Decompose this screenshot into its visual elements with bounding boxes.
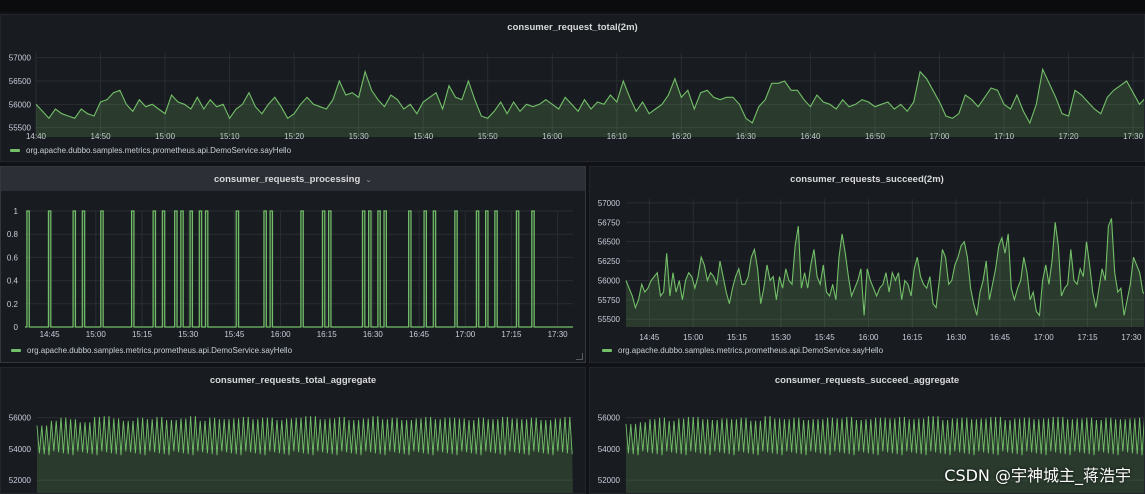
legend-label: org.apache.dubbo.samples.metrics.prometh… <box>26 146 292 155</box>
x-tick-label: 17:30 <box>1121 333 1142 342</box>
x-tick-label: 16:00 <box>271 330 292 339</box>
x-tick-label: 14:45 <box>40 330 61 339</box>
series-area-fill <box>25 211 573 327</box>
series-line <box>25 210 573 328</box>
x-tick-label: 16:30 <box>946 333 967 342</box>
y-tick-label: 54000 <box>598 445 621 454</box>
y-tick-label: 52000 <box>9 476 32 485</box>
y-tick-label: 56500 <box>598 238 621 247</box>
y-tick-label: 56250 <box>598 257 621 266</box>
watermark-text: CSDN @宇神城主_蒋浩宇 <box>944 466 1131 485</box>
x-tick-label: 15:15 <box>132 330 153 339</box>
y-tick-label: 1 <box>14 207 19 216</box>
x-tick-label: 17:00 <box>1034 333 1055 342</box>
x-tick-label: 15:30 <box>178 330 199 339</box>
legend-item[interactable]: org.apache.dubbo.samples.metrics.prometh… <box>10 146 291 155</box>
series-area-fill <box>36 69 1144 137</box>
panel-consumer-requests-processing[interactable]: consumer_requests_processing ⌄ 0 0.2 0.4 0.… <box>0 166 586 363</box>
panel-consumer-request-total[interactable]: consumer_request_total(2m) 55500 56000 565… <box>0 14 1145 162</box>
dashboard-top-bar <box>0 0 1145 12</box>
y-tick-label: 54000 <box>9 445 32 454</box>
y-tick-label: 0.2 <box>7 300 19 309</box>
y-tick-label: 56750 <box>598 218 621 227</box>
legend-item[interactable]: org.apache.dubbo.samples.metrics.prometh… <box>11 346 292 355</box>
x-tick-label: 16:00 <box>858 333 879 342</box>
x-tick-label: 15:45 <box>224 330 245 339</box>
panel-consumer-requests-succeed[interactable]: consumer_requests_succeed(2m) 55500 55750… <box>589 166 1145 363</box>
x-tick-label: 16:45 <box>990 333 1011 342</box>
x-tick-label: 17:15 <box>501 330 522 339</box>
x-tick-label: 16:15 <box>902 333 923 342</box>
x-tick-label: 15:30 <box>771 333 792 342</box>
y-tick-label: 0 <box>14 323 19 332</box>
chart-consumer-requests-succeed: 55500 55750 56000 56250 56500 56750 57000 14:45… <box>598 199 1144 342</box>
panel-consumer-requests-total-aggregate[interactable]: consumer_requests_total_aggregate 52000 5… <box>0 367 586 494</box>
x-tick-label: 16:15 <box>317 330 338 339</box>
y-tick-label: 0.4 <box>7 277 19 286</box>
y-tick-label: 56000 <box>598 276 621 285</box>
legend-item[interactable]: org.apache.dubbo.samples.metrics.prometh… <box>602 346 883 355</box>
y-tick-label: 56000 <box>9 414 32 423</box>
x-tick-label: 16:45 <box>409 330 430 339</box>
y-tick-label: 57000 <box>9 54 32 63</box>
chart-consumer-request-total: 5550056000565005700014:4014:5015:0015:10… <box>9 53 1144 141</box>
x-tick-label: 15:45 <box>815 333 836 342</box>
x-tick-label: 15:00 <box>86 330 107 339</box>
y-tick-label: 55750 <box>598 296 621 305</box>
x-tick-label: 17:30 <box>548 330 569 339</box>
legend-label: org.apache.dubbo.samples.metrics.prometh… <box>27 346 293 355</box>
x-tick-label: 15:15 <box>727 333 748 342</box>
y-tick-label: 57000 <box>598 199 621 208</box>
x-tick-label: 17:15 <box>1078 333 1099 342</box>
legend-swatch <box>10 149 20 152</box>
x-tick-label: 16:30 <box>363 330 384 339</box>
x-tick-label: 17:00 <box>455 330 476 339</box>
y-tick-label: 52000 <box>598 476 621 485</box>
y-tick-label: 55500 <box>598 315 621 324</box>
y-tick-label: 0.6 <box>7 253 19 262</box>
chart-consumer-requests-total-aggregate: 52000 54000 56000 <box>9 414 573 493</box>
y-tick-label: 56000 <box>9 100 32 109</box>
legend-swatch <box>11 349 21 352</box>
y-tick-label: 56000 <box>598 414 621 423</box>
legend-label: org.apache.dubbo.samples.metrics.prometh… <box>618 346 884 355</box>
x-tick-label: 14:45 <box>639 333 660 342</box>
panel-resize-handle[interactable] <box>576 353 583 360</box>
x-tick-label: 15:00 <box>683 333 704 342</box>
legend-swatch <box>602 349 612 352</box>
y-tick-label: 56500 <box>9 77 32 86</box>
y-tick-label: 0.8 <box>7 230 19 239</box>
chart-consumer-requests-processing: 0 0.2 0.4 0.6 0.8 1 14:45 15:00 15:15 15:30 15:45 1… <box>7 207 573 339</box>
